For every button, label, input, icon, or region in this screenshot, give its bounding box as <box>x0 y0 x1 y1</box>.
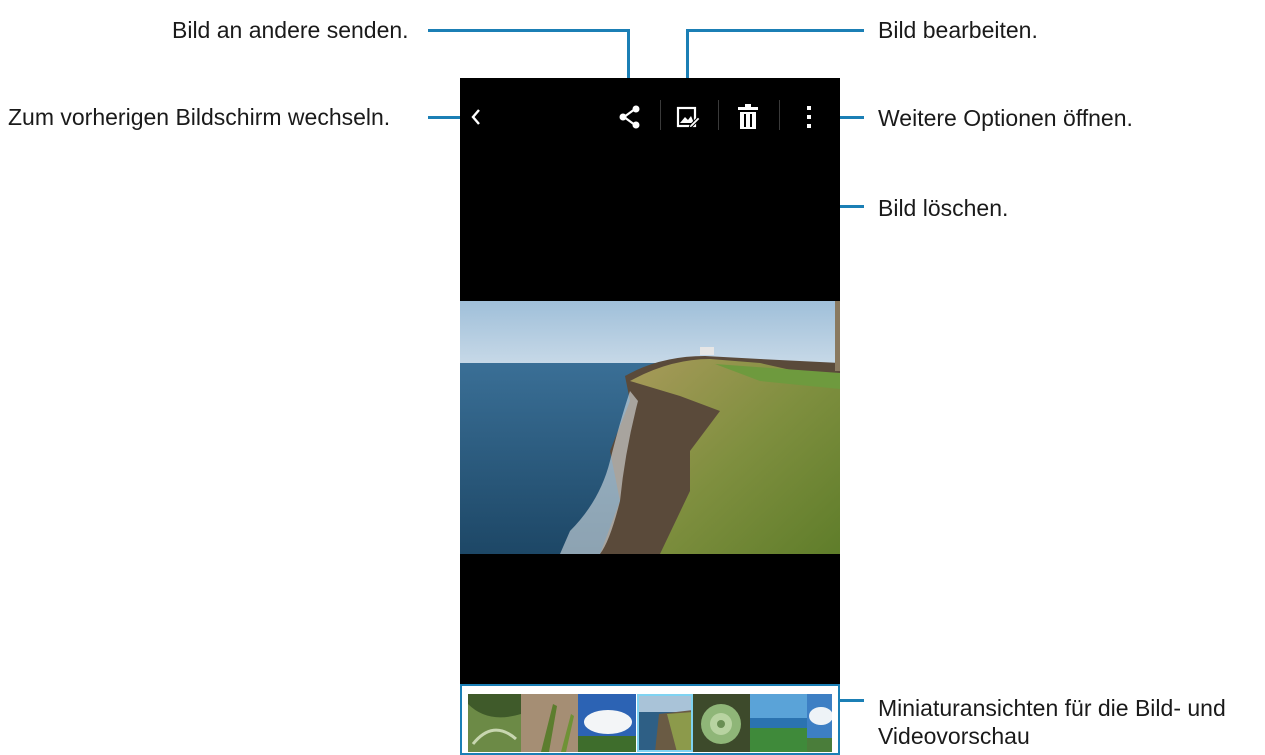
gallery-screen <box>460 78 840 755</box>
thumbnail-item-selected[interactable] <box>637 694 693 752</box>
annotation-thumbnails-line2: Videovorschau <box>878 723 1030 749</box>
thumbnail-item[interactable] <box>750 694 807 752</box>
thumbnail-item[interactable] <box>521 694 578 752</box>
annotation-edit: Bild bearbeiten. <box>878 17 1038 43</box>
annotation-delete: Bild löschen. <box>878 195 1009 221</box>
toolbar-divider <box>779 100 780 130</box>
annotation-back: Zum vorherigen Bildschirm wechseln. <box>8 104 391 130</box>
thumbnail-item[interactable] <box>807 694 832 752</box>
chevron-left-icon[interactable] <box>463 104 489 130</box>
share-icon[interactable] <box>615 102 645 132</box>
thumbnail-item[interactable] <box>578 694 636 752</box>
toolbar-divider <box>718 100 719 130</box>
thumbnail-strip[interactable] <box>460 684 840 755</box>
main-photo <box>460 301 840 554</box>
trash-icon[interactable] <box>733 102 763 132</box>
callout-line-edit-h <box>686 29 864 32</box>
annotation-share: Bild an andere senden. <box>172 17 409 43</box>
callout-line-thumbnails <box>840 699 864 702</box>
more-vertical-icon[interactable] <box>797 102 821 132</box>
top-action-bar <box>460 78 840 156</box>
toolbar-divider <box>660 100 661 130</box>
thumbnail-item[interactable] <box>693 694 750 752</box>
callout-line-share-h <box>428 29 630 32</box>
thumbnail-item[interactable] <box>468 694 521 752</box>
annotation-thumbnails-line1: Miniaturansichten für die Bild- und <box>878 695 1226 721</box>
edit-image-icon[interactable] <box>673 102 703 132</box>
annotation-more: Weitere Optionen öffnen. <box>878 105 1133 131</box>
